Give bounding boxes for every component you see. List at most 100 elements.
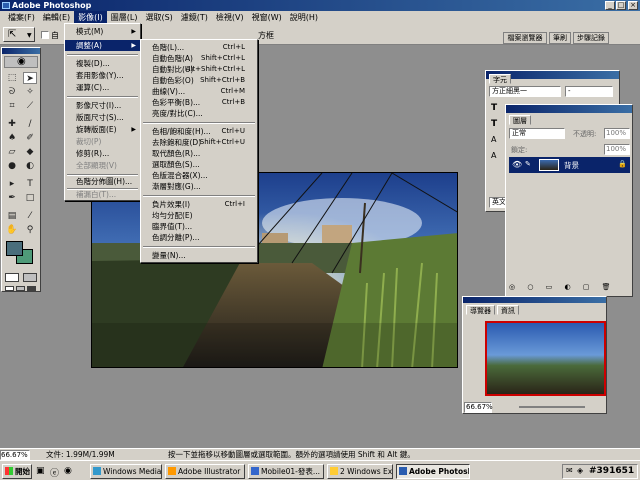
standard-mode-button[interactable]	[5, 273, 19, 282]
menu-item-posterize[interactable]: 色調分離(P)...	[141, 232, 257, 243]
navigator-zoom-input[interactable]: 66.67%	[464, 402, 493, 413]
tray-icon[interactable]: ◈	[577, 466, 583, 475]
menu-item-auto-contrast[interactable]: 自動對比(U) Alt+Shift+Ctrl+L	[141, 64, 257, 75]
menu-view[interactable]: 檢視(V)	[212, 11, 248, 24]
task-mobile01[interactable]: Mobile01-發表...	[248, 464, 324, 479]
notes-tool-icon[interactable]: ▤	[5, 210, 19, 222]
layer-buttons[interactable]: ◎ ○ ▭ ◐ ▢ 🗑	[509, 283, 630, 294]
menu-window[interactable]: 視窗(W)	[248, 11, 286, 24]
navigator-preview[interactable]	[485, 321, 606, 396]
menu-help[interactable]: 說明(H)	[286, 11, 322, 24]
status-zoom[interactable]: 66.67%	[0, 450, 30, 460]
history-brush-icon[interactable]: ✐	[23, 132, 37, 144]
menu-item-desaturate[interactable]: 去除飽和度(D) Shift+Ctrl+U	[141, 137, 257, 148]
pen-tool-icon[interactable]: ✒	[5, 192, 19, 204]
brush-tool-icon[interactable]: ∕	[23, 118, 37, 130]
tab-navigator[interactable]: 導覽器	[466, 305, 495, 315]
menu-item-variations[interactable]: 變量(N)...	[141, 250, 257, 261]
tool-preset-picker[interactable]: ⇱ ▼	[3, 27, 35, 42]
hand-tool-icon[interactable]: ✋	[5, 224, 19, 236]
tab-info[interactable]: 資訊	[497, 305, 519, 315]
menu-item-auto-color[interactable]: 自動色彩(O) Shift+Ctrl+B	[141, 75, 257, 86]
task-photoshop[interactable]: Adobe Photoshop	[396, 464, 470, 479]
menu-item-replace-color[interactable]: 取代顏色(R)...	[141, 148, 257, 159]
eye-icon[interactable]: 👁	[512, 160, 522, 169]
maximize-button[interactable]: □	[616, 1, 626, 10]
task-windows-media[interactable]: Windows Media ...	[90, 464, 162, 479]
menu-item-levels[interactable]: 色階(L)... Ctrl+L	[141, 42, 257, 53]
slice-tool-icon[interactable]: ⟋	[23, 100, 37, 112]
menu-item-gradient-map[interactable]: 漸層對應(G)...	[141, 181, 257, 192]
eyedropper-icon[interactable]: ⁄	[23, 210, 37, 222]
tab-history[interactable]: 步驟記錄	[573, 32, 609, 44]
magic-wand-tool-icon[interactable]: ✧	[23, 86, 37, 98]
menu-item-brightness-contrast[interactable]: 亮度/對比(C)...	[141, 108, 257, 119]
menu-item-hue-saturation[interactable]: 色相/飽和度(H)... Ctrl+U	[141, 126, 257, 137]
menu-item-duplicate[interactable]: 複製(D)...	[65, 58, 140, 69]
menu-item-equalize[interactable]: 均勻分配(E)	[141, 210, 257, 221]
menu-item-mode[interactable]: 模式(M) ▶	[65, 26, 140, 37]
menu-select[interactable]: 選取(S)	[141, 11, 176, 24]
lasso-tool-icon[interactable]: ᘐ	[5, 86, 19, 98]
opacity-input[interactable]: 100%	[604, 128, 630, 139]
task-illustrator[interactable]: Adobe Illustrator	[165, 464, 245, 479]
menu-item-invert[interactable]: 負片效果(I) Ctrl+I	[141, 199, 257, 210]
menu-item-apply-image[interactable]: 套用影像(Y)...	[65, 70, 140, 81]
blur-tool-icon[interactable]: ●	[5, 160, 19, 172]
screen-mode-full[interactable]	[27, 286, 36, 291]
type-tool-icon[interactable]: T	[23, 178, 37, 190]
healing-brush-icon[interactable]: ✚	[5, 118, 19, 130]
menu-item-trap[interactable]: 補漏白(T)...	[65, 189, 140, 200]
menu-item-color-balance[interactable]: 色彩平衡(B)... Ctrl+B	[141, 97, 257, 108]
minimize-button[interactable]: _	[605, 1, 615, 10]
tab-file-browser[interactable]: 檔案瀏覽器	[503, 32, 547, 44]
menu-item-calculations[interactable]: 運算(C)...	[65, 82, 140, 93]
task-windows-explorer[interactable]: 2 Windows Ex...	[327, 464, 393, 479]
tab-brushes[interactable]: 筆刷	[549, 32, 571, 44]
menu-file[interactable]: 檔案(F)	[4, 11, 39, 24]
foreground-color-swatch[interactable]	[6, 241, 23, 256]
layer-row[interactable]: 👁 ✎ 背景 🔒	[509, 157, 630, 173]
ie-icon[interactable]: ⓔ	[50, 466, 59, 479]
clone-stamp-icon[interactable]: ♠	[5, 132, 19, 144]
close-button[interactable]: ×	[628, 1, 638, 10]
quick-mask-button[interactable]	[23, 273, 37, 282]
start-button[interactable]: 開始	[2, 464, 32, 479]
marquee-tool-icon[interactable]: ⬚	[5, 72, 19, 84]
menu-item-canvas-size[interactable]: 版面尺寸(S)...	[65, 112, 140, 123]
tab-layers[interactable]: 圖層	[509, 115, 531, 125]
menu-item-curves[interactable]: 曲線(V)... Ctrl+M	[141, 86, 257, 97]
tray-icon[interactable]: ✉	[566, 466, 573, 475]
zoom-tool-icon[interactable]: ⚲	[23, 224, 37, 236]
fill-input[interactable]: 100%	[604, 144, 630, 155]
font-family-select[interactable]: 方正細黑一	[489, 86, 561, 97]
menu-item-channel-mixer[interactable]: 色版混合器(X)...	[141, 170, 257, 181]
media-player-icon[interactable]: ◉	[64, 466, 72, 476]
shape-tool-icon[interactable]: □	[23, 192, 37, 204]
adobe-online-button[interactable]: ◉	[4, 56, 38, 68]
menu-item-crop[interactable]: 裁切(P)	[65, 136, 140, 147]
screen-mode-standard[interactable]	[5, 286, 14, 291]
blend-mode-select[interactable]: 正常	[509, 128, 565, 139]
menu-item-rotate-canvas[interactable]: 旋轉版面(E) ▶	[65, 124, 140, 135]
show-desktop-icon[interactable]: ▣	[36, 466, 45, 476]
auto-select-checkbox[interactable]	[41, 31, 49, 39]
menu-item-selective-color[interactable]: 選取顏色(S)...	[141, 159, 257, 170]
tab-character[interactable]: 字元	[489, 74, 511, 84]
font-style-select[interactable]: -	[565, 86, 613, 97]
dodge-tool-icon[interactable]: ◐	[23, 160, 37, 172]
menu-item-adjustments[interactable]: 調整(A) ▶	[65, 40, 140, 51]
menu-filter[interactable]: 濾鏡(T)	[177, 11, 212, 24]
menu-item-trim[interactable]: 修剪(R)...	[65, 148, 140, 159]
path-select-icon[interactable]: ▸	[5, 178, 19, 190]
gradient-tool-icon[interactable]: ◆	[23, 146, 37, 158]
screen-mode-full-menu[interactable]	[16, 286, 25, 291]
menu-item-auto-levels[interactable]: 自動色階(A) Shift+Ctrl+L	[141, 53, 257, 64]
menu-item-threshold[interactable]: 臨界值(T)...	[141, 221, 257, 232]
menu-item-histogram[interactable]: 色階分佈圖(H)...	[65, 176, 140, 187]
menu-item-image-size[interactable]: 影像尺寸(I)...	[65, 100, 140, 111]
move-tool-icon[interactable]: ➤	[23, 72, 37, 84]
zoom-slider[interactable]	[519, 406, 585, 408]
crop-tool-icon[interactable]: ⌗	[5, 100, 19, 112]
menu-item-reveal-all[interactable]: 全部顯現(V)	[65, 160, 140, 171]
